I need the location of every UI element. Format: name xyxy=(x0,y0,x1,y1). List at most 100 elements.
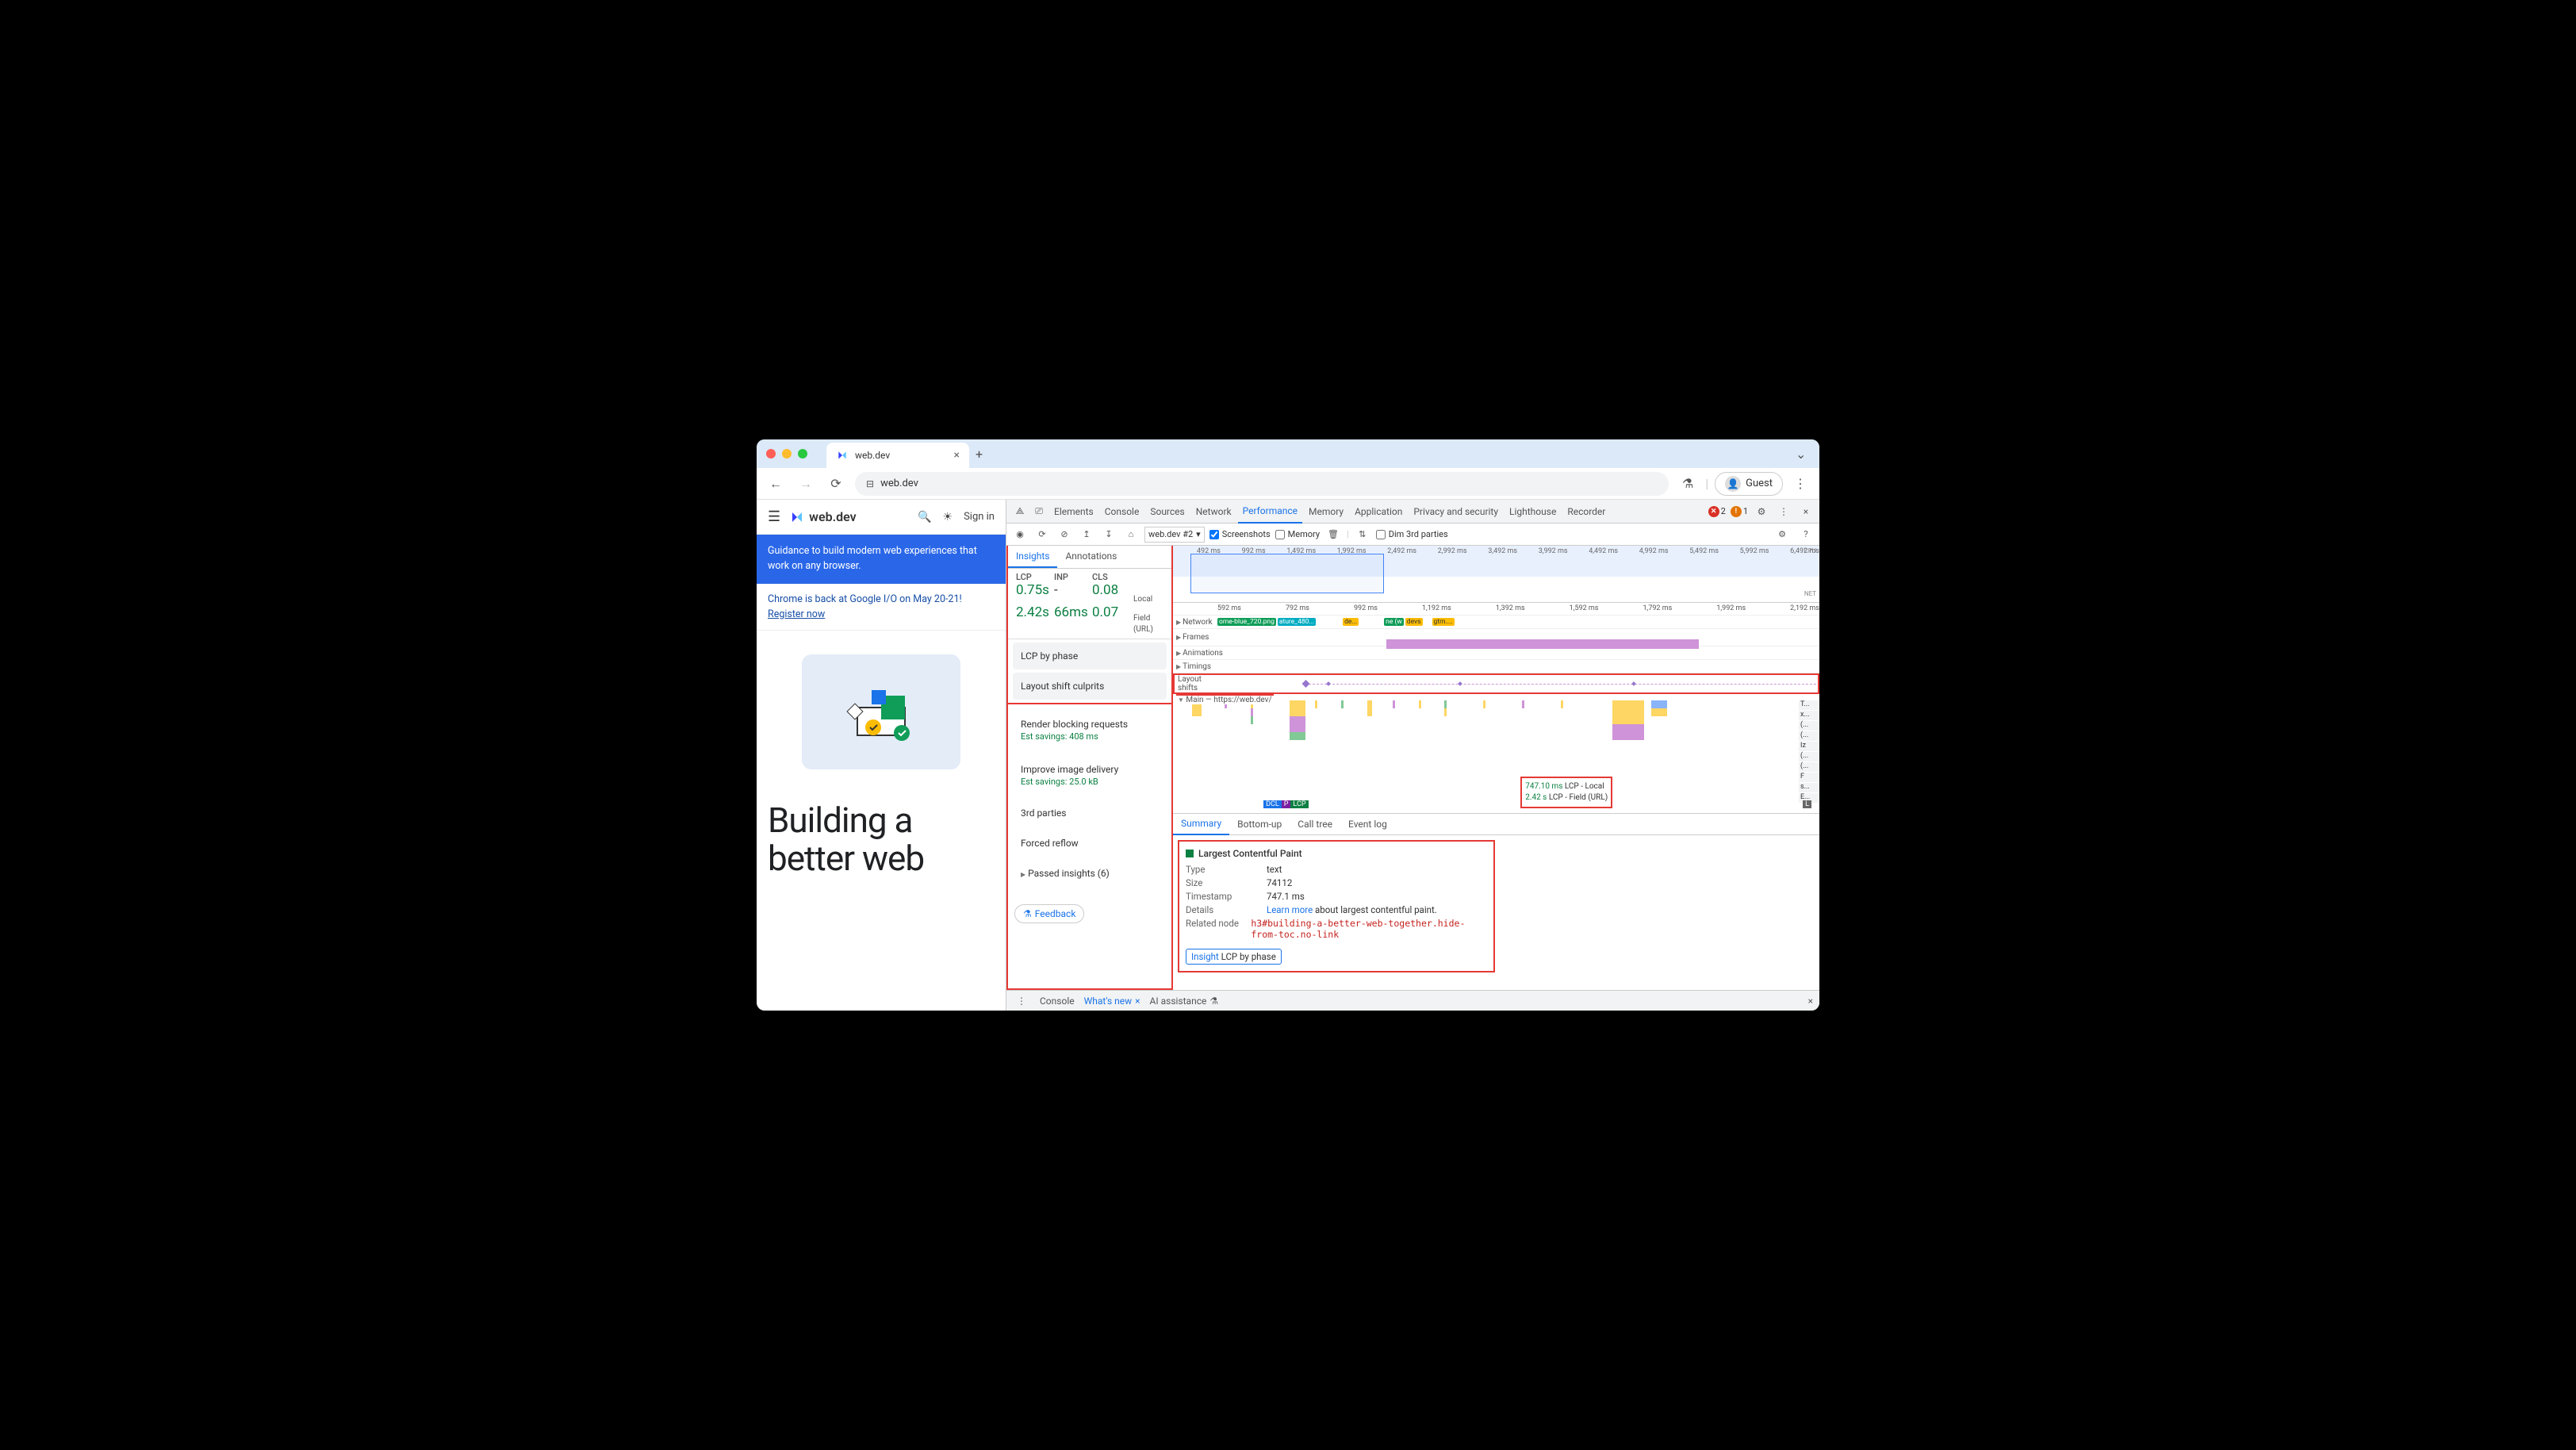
timing-markers: DCL P LCP xyxy=(1263,800,1308,808)
tab-performance[interactable]: Performance xyxy=(1238,500,1302,524)
close-devtools-icon[interactable]: × xyxy=(1797,506,1815,517)
lcp-callout: 747.10 ms LCP - Local 2.42 s LCP - Field… xyxy=(1520,777,1612,808)
tab-network[interactable]: Network xyxy=(1191,500,1236,524)
track-animations[interactable]: ▶Animations xyxy=(1173,646,1819,660)
local-label: Local xyxy=(1133,594,1163,605)
drawer-console-tab[interactable]: Console xyxy=(1040,995,1075,1007)
avatar-icon: 👤 xyxy=(1725,476,1741,492)
inspect-icon[interactable]: ⟁ xyxy=(1011,505,1029,517)
cls-header: CLS xyxy=(1092,572,1130,582)
tab-lighthouse[interactable]: Lighthouse xyxy=(1505,500,1561,524)
l-marker: L xyxy=(1803,800,1811,808)
devtools-drawer: ⋮ Console What's new × AI assistance ⚗ × xyxy=(1006,990,1819,1011)
insight-lcp-phase[interactable]: LCP by phase xyxy=(1013,643,1167,669)
annotations-tab[interactable]: Annotations xyxy=(1057,546,1125,568)
reload-button[interactable]: ⟳ xyxy=(825,476,847,491)
tab-call-tree[interactable]: Call tree xyxy=(1290,813,1340,835)
minimize-window-button[interactable] xyxy=(782,449,792,458)
drawer-menu-icon[interactable]: ⋮ xyxy=(1013,995,1030,1007)
warning-count[interactable]: !1 xyxy=(1731,506,1748,517)
home-icon[interactable]: ⌂ xyxy=(1122,529,1140,539)
timeline-overview[interactable]: 492 ms992 ms1,492 ms1,992 ms2,492 ms2,99… xyxy=(1173,546,1819,603)
settings-icon[interactable]: ⚙ xyxy=(1753,506,1770,517)
tab-console[interactable]: Console xyxy=(1100,500,1144,524)
tab-memory[interactable]: Memory xyxy=(1304,500,1348,524)
tab-summary[interactable]: Summary xyxy=(1173,813,1229,835)
gear-icon[interactable]: ⚙ xyxy=(1773,529,1791,539)
tab-sources[interactable]: Sources xyxy=(1145,500,1189,524)
forward-button[interactable]: → xyxy=(795,476,817,492)
net-label: NET xyxy=(1804,590,1816,597)
clear-button[interactable]: ⊘ xyxy=(1056,529,1073,539)
insight-image-delivery[interactable]: Improve image delivery Est savings: 25.0… xyxy=(1013,756,1167,795)
tab-favicon-icon xyxy=(836,449,849,462)
browser-tab[interactable]: web.dev × xyxy=(826,443,969,468)
drawer-whatsnew-tab[interactable]: What's new × xyxy=(1084,995,1140,1007)
track-layout-shifts[interactable]: Layout shifts xyxy=(1173,673,1819,694)
tab-privacy[interactable]: Privacy and security xyxy=(1409,500,1503,524)
cls-field-value: 0.07 xyxy=(1092,604,1130,620)
insight-render-blocking[interactable]: Render blocking requests Est savings: 40… xyxy=(1013,711,1167,750)
register-link[interactable]: Register now xyxy=(768,608,995,620)
error-count[interactable]: ✕2 xyxy=(1708,506,1726,517)
insight-passed[interactable]: ▶ Passed insights (6) xyxy=(1013,861,1167,885)
tracks[interactable]: 592 ms792 ms992 ms1,192 ms1,392 ms1,592 … xyxy=(1173,603,1819,990)
overview-selection[interactable] xyxy=(1190,554,1384,593)
track-network[interactable]: ▶Network ome-blue_720.png ature_480... d… xyxy=(1173,616,1819,629)
upload-button[interactable]: ↥ xyxy=(1078,529,1095,539)
lcp-field-value: 2.42s xyxy=(1016,604,1054,620)
tab-search-button[interactable]: ⌄ xyxy=(1796,447,1810,461)
profile-button[interactable]: 👤 Guest xyxy=(1715,472,1783,496)
help-icon[interactable]: ? xyxy=(1797,529,1815,539)
lcp-local-value: 0.75s xyxy=(1016,582,1054,598)
download-button[interactable]: ↧ xyxy=(1100,529,1117,539)
new-tab-button[interactable]: + xyxy=(976,447,983,462)
tab-close-button[interactable]: × xyxy=(954,449,960,462)
insight-pill[interactable]: Insight LCP by phase xyxy=(1186,949,1282,965)
site-logo[interactable]: web.dev xyxy=(790,509,857,524)
browser-menu-icon[interactable]: ⋮ xyxy=(1789,476,1811,491)
insight-third-parties[interactable]: 3rd parties xyxy=(1013,801,1167,825)
tab-title: web.dev xyxy=(855,450,890,461)
insight-forced-reflow[interactable]: Forced reflow xyxy=(1013,831,1167,855)
drawer-close-icon[interactable]: × xyxy=(1808,995,1813,1007)
reload-record-button[interactable]: ⟳ xyxy=(1033,529,1051,539)
cls-local-value: 0.08 xyxy=(1092,582,1130,598)
tab-event-log[interactable]: Event log xyxy=(1340,813,1395,835)
maximize-window-button[interactable] xyxy=(798,449,807,458)
gc-icon[interactable]: 🗑 xyxy=(1324,529,1342,539)
back-button[interactable]: ← xyxy=(765,476,787,492)
track-timings[interactable]: ▶Timings xyxy=(1173,660,1819,673)
screenshots-checkbox[interactable]: Screenshots xyxy=(1209,529,1271,539)
search-icon[interactable]: 🔍 xyxy=(918,511,931,524)
settings-panel-icon[interactable]: ⇅ xyxy=(1354,529,1371,539)
drawer-ai-tab[interactable]: AI assistance ⚗ xyxy=(1150,995,1219,1007)
site-info-icon[interactable]: ⊟ xyxy=(866,478,874,489)
tab-application[interactable]: Application xyxy=(1350,500,1407,524)
signin-link[interactable]: Sign in xyxy=(964,511,995,523)
insights-tab[interactable]: Insights xyxy=(1008,546,1057,568)
menu-icon[interactable]: ☰ xyxy=(768,508,780,525)
track-main[interactable]: ▼ Main — https://web.dev/ xyxy=(1173,694,1819,813)
close-window-button[interactable] xyxy=(766,449,776,458)
recording-select[interactable]: web.dev #2▾ xyxy=(1144,527,1205,543)
devtools-tabs: ⟁ ⎚ Elements Console Sources Network Per… xyxy=(1006,500,1819,524)
track-frames[interactable]: ▶Frames xyxy=(1173,629,1819,646)
flamegraph[interactable]: T...x...(...(...Iz(...(...Fs...E... DCL … xyxy=(1173,694,1819,813)
labs-icon[interactable]: ⚗ xyxy=(1677,476,1699,491)
learn-more-link[interactable]: Learn more xyxy=(1267,904,1313,915)
insight-layout-shift[interactable]: Layout shift culprits xyxy=(1013,673,1167,700)
url-bar[interactable]: ⊟ web.dev xyxy=(855,472,1669,496)
tab-elements[interactable]: Elements xyxy=(1049,500,1098,524)
feedback-button[interactable]: ⚗ Feedback xyxy=(1014,904,1084,923)
dim-checkbox[interactable]: Dim 3rd parties xyxy=(1376,529,1448,539)
theme-icon[interactable]: ☀ xyxy=(943,511,953,524)
device-toggle-icon[interactable]: ⎚ xyxy=(1030,505,1048,517)
tab-bottom-up[interactable]: Bottom-up xyxy=(1229,813,1290,835)
io-banner: Chrome is back at Google I/O on May 20-2… xyxy=(757,584,1006,631)
tab-recorder[interactable]: Recorder xyxy=(1562,500,1610,524)
more-icon[interactable]: ⋮ xyxy=(1775,506,1792,517)
memory-checkbox[interactable]: Memory xyxy=(1275,529,1320,539)
related-node-link[interactable]: h3#building-a-better-web-together.hide-f… xyxy=(1251,918,1487,940)
record-button[interactable]: ◉ xyxy=(1011,529,1029,539)
